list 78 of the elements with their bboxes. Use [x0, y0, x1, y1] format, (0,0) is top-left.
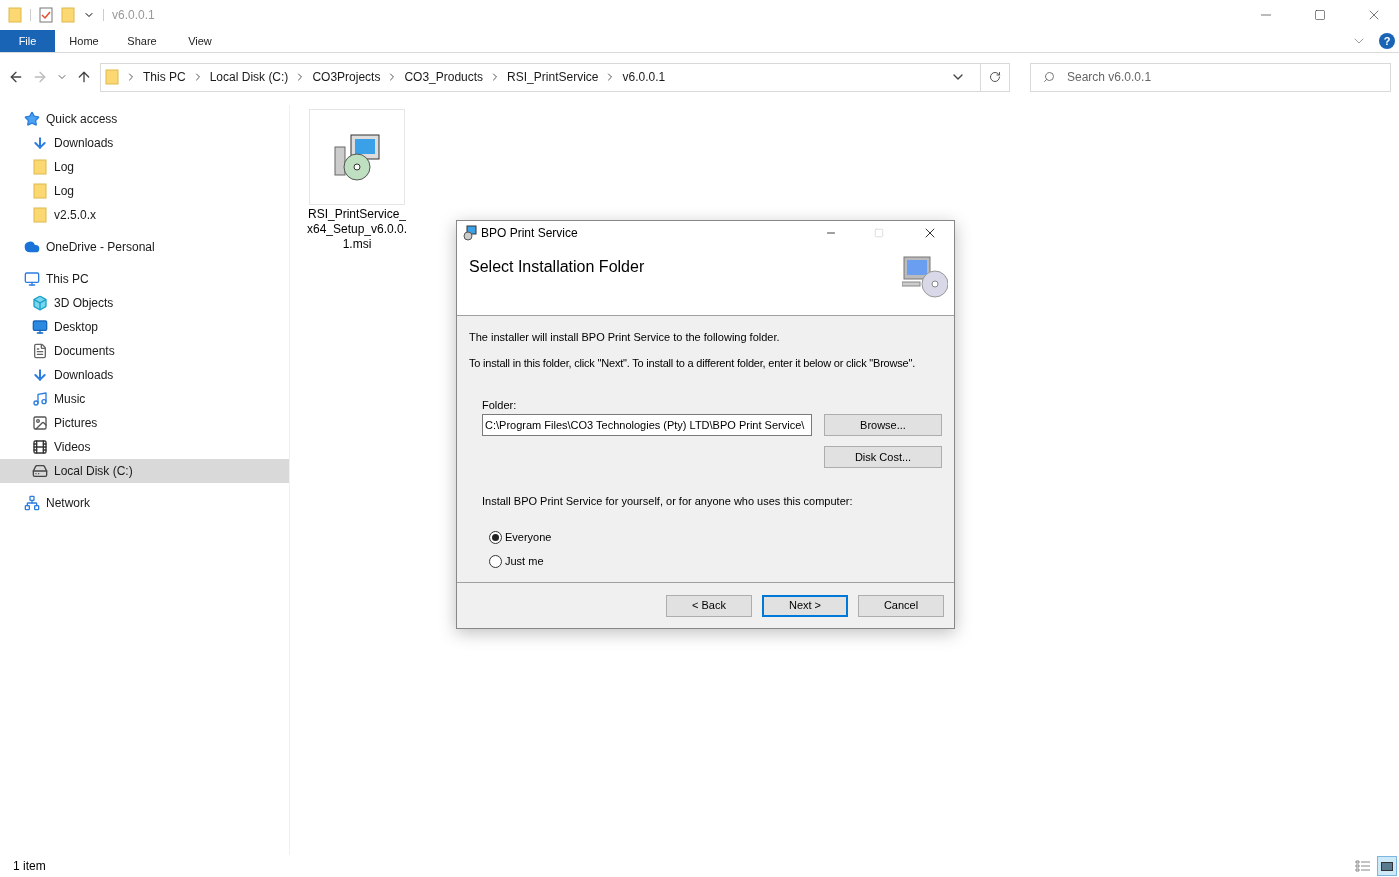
intro-text: The installer will install BPO Print Service to the following folder.	[469, 330, 781, 344]
sidebar-item[interactable]: 3D Objects	[0, 291, 289, 315]
dialog-button[interactable]: Cancel	[858, 594, 944, 617]
sidebar-item[interactable]: Log	[0, 179, 289, 203]
cube-icon	[32, 295, 48, 311]
sidebar-item[interactable]: Network	[0, 491, 289, 515]
drive-icon	[32, 463, 48, 479]
radio-button[interactable]	[489, 530, 502, 544]
folder-icon	[32, 183, 48, 199]
radio-button[interactable]	[489, 554, 502, 568]
side-button[interactable]: Browse...	[824, 414, 942, 436]
sidebar-item[interactable]: v2.5.0.x	[0, 203, 289, 227]
help-icon[interactable]: ?	[1379, 33, 1395, 49]
network-icon	[24, 495, 40, 511]
file-name[interactable]: RSI_PrintService_ x64_Setup_v6.0.0. 1.msi	[306, 207, 408, 252]
details-view-icon[interactable]	[1355, 860, 1371, 872]
breadcrumb-item[interactable]: CO3_Products	[404, 68, 484, 86]
computer-icon	[24, 271, 40, 287]
dialog-title: BPO Print Service	[481, 225, 578, 242]
desktop-icon	[32, 319, 48, 335]
sidebar-item[interactable]: This PC	[0, 267, 289, 291]
large-icons-view-icon[interactable]	[1377, 856, 1397, 876]
maximize-icon[interactable]	[1314, 9, 1326, 21]
sidebar-item[interactable]: Quick access	[0, 107, 289, 131]
sidebar-item[interactable]: OneDrive - Personal	[0, 235, 289, 259]
search-icon	[1043, 71, 1055, 83]
star-icon	[24, 111, 40, 127]
document-icon	[32, 343, 48, 359]
sidebar-item[interactable]: Music	[0, 387, 289, 411]
music-note-icon	[32, 391, 48, 407]
folder-label: Folder:	[482, 398, 518, 412]
breadcrumb-item[interactable]: v6.0.0.1	[622, 68, 666, 86]
search-input[interactable]: Search v6.0.0.1	[1067, 68, 1378, 86]
radio-option[interactable]: Everyone	[489, 530, 942, 544]
radio-option[interactable]: Just me	[489, 554, 942, 568]
computer-disc-icon	[902, 255, 948, 299]
scope-question: Install BPO Print Service for yourself, or for anyone who uses this computer:	[482, 494, 854, 508]
dialog-button[interactable]: < Back	[666, 594, 752, 617]
refresh-icon	[989, 71, 1001, 83]
folder-icon	[105, 69, 119, 85]
breadcrumb-item[interactable]: Local Disk (C:)	[209, 68, 289, 86]
address-bar[interactable]: This PC Local Disk (C:) CO3Projects CO3_Products RSI_PrintService v6.0.0.1	[100, 62, 1010, 92]
download-icon	[32, 367, 48, 383]
ribbon-tab[interactable]: File	[0, 30, 55, 52]
breadcrumb-item[interactable]: This PC	[143, 68, 186, 86]
installer-icon	[461, 225, 477, 241]
folder-icon	[32, 207, 48, 223]
sidebar-item[interactable]: Log	[0, 155, 289, 179]
ribbon-tab[interactable]: Home	[55, 30, 113, 52]
instructions-text: To install in this folder, click "Next". To install to a different folder, enter it below or click "Browse".	[469, 356, 917, 370]
download-icon	[32, 135, 48, 151]
folder-icon	[61, 7, 75, 23]
window-title: v6.0.0.1	[112, 7, 155, 24]
folder-icon	[8, 7, 22, 23]
sidebar-item[interactable]: Pictures	[0, 411, 289, 435]
maximize-icon	[874, 228, 884, 238]
search-field[interactable]: Search v6.0.0.1	[1030, 62, 1391, 92]
ribbon-tab[interactable]: Share	[113, 30, 171, 52]
breadcrumb-item[interactable]: CO3Projects	[312, 68, 381, 86]
breadcrumb-item[interactable]: RSI_PrintService	[507, 68, 599, 86]
dialog-button[interactable]: Next >	[762, 594, 848, 617]
picture-icon	[32, 415, 48, 431]
sidebar-item[interactable]: Documents	[0, 339, 289, 363]
dialog-heading: Select Installation Folder	[469, 257, 646, 277]
sidebar-item[interactable]: Local Disk (C:)	[0, 459, 289, 483]
folder-field[interactable]: C:\Program Files\CO3 Technologies (Pty) LTD\BPO Print Service\	[482, 414, 812, 436]
ribbon-tab[interactable]: View	[171, 30, 229, 52]
side-button[interactable]: Disk Cost...	[824, 446, 942, 468]
sidebar-item[interactable]: Downloads	[0, 131, 289, 155]
installer-file-icon[interactable]	[309, 109, 405, 205]
item-count: 1 item	[13, 858, 46, 875]
film-icon	[32, 439, 48, 455]
sidebar-item[interactable]: Downloads	[0, 363, 289, 387]
properties-icon[interactable]	[39, 7, 53, 23]
cloud-icon	[24, 239, 40, 255]
sidebar-item[interactable]: Desktop	[0, 315, 289, 339]
folder-icon	[32, 159, 48, 175]
sidebar-item[interactable]: Videos	[0, 435, 289, 459]
